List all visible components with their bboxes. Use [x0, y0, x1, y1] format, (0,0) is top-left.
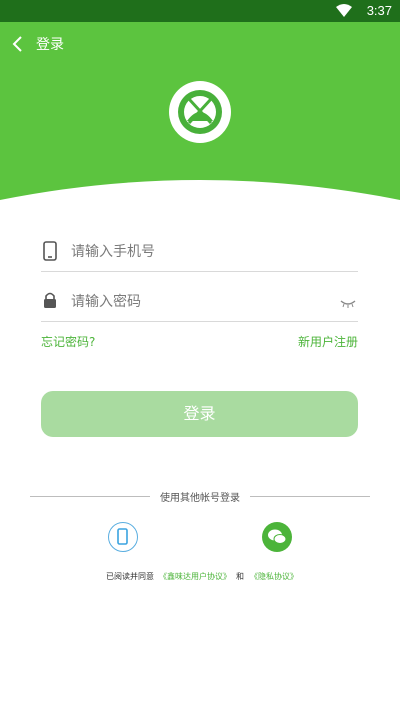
register-link[interactable]: 新用户注册: [298, 333, 358, 350]
header-curve: [0, 180, 400, 220]
login-button[interactable]: 登录: [41, 391, 358, 437]
user-agreement-link[interactable]: 《鑫味达用户协议》: [159, 571, 231, 582]
wifi-icon: [336, 3, 352, 22]
eye-closed-icon[interactable]: [340, 293, 356, 312]
phone-field[interactable]: [41, 231, 358, 272]
agreement-prefix: 已阅读并同意: [106, 572, 154, 581]
divider-left: [30, 496, 150, 497]
status-time: 3:37: [366, 3, 392, 18]
wechat-icon: [268, 529, 287, 544]
agreement-and: 和: [236, 572, 244, 581]
divider-right: [250, 496, 370, 497]
back-arrow-icon[interactable]: [10, 34, 28, 54]
password-field[interactable]: [41, 281, 358, 322]
wechat-login-button[interactable]: [262, 522, 292, 552]
mobile-phone-icon: [117, 528, 128, 545]
phone-icon: [43, 241, 57, 265]
forgot-password-link[interactable]: 忘记密码?: [41, 333, 95, 350]
phone-login-button[interactable]: [108, 522, 138, 552]
password-input[interactable]: [69, 289, 333, 315]
top-nav: 登录: [0, 30, 400, 58]
logo-icon: [178, 90, 222, 134]
other-login-title: 使用其他帐号登录: [160, 493, 240, 504]
privacy-agreement-link[interactable]: 《隐私协议》: [250, 571, 298, 582]
app-logo: [169, 81, 231, 143]
lock-icon: [43, 291, 57, 313]
status-bar: 3:37: [0, 0, 400, 22]
page-title: 登录: [36, 37, 64, 53]
phone-input[interactable]: [69, 239, 333, 265]
